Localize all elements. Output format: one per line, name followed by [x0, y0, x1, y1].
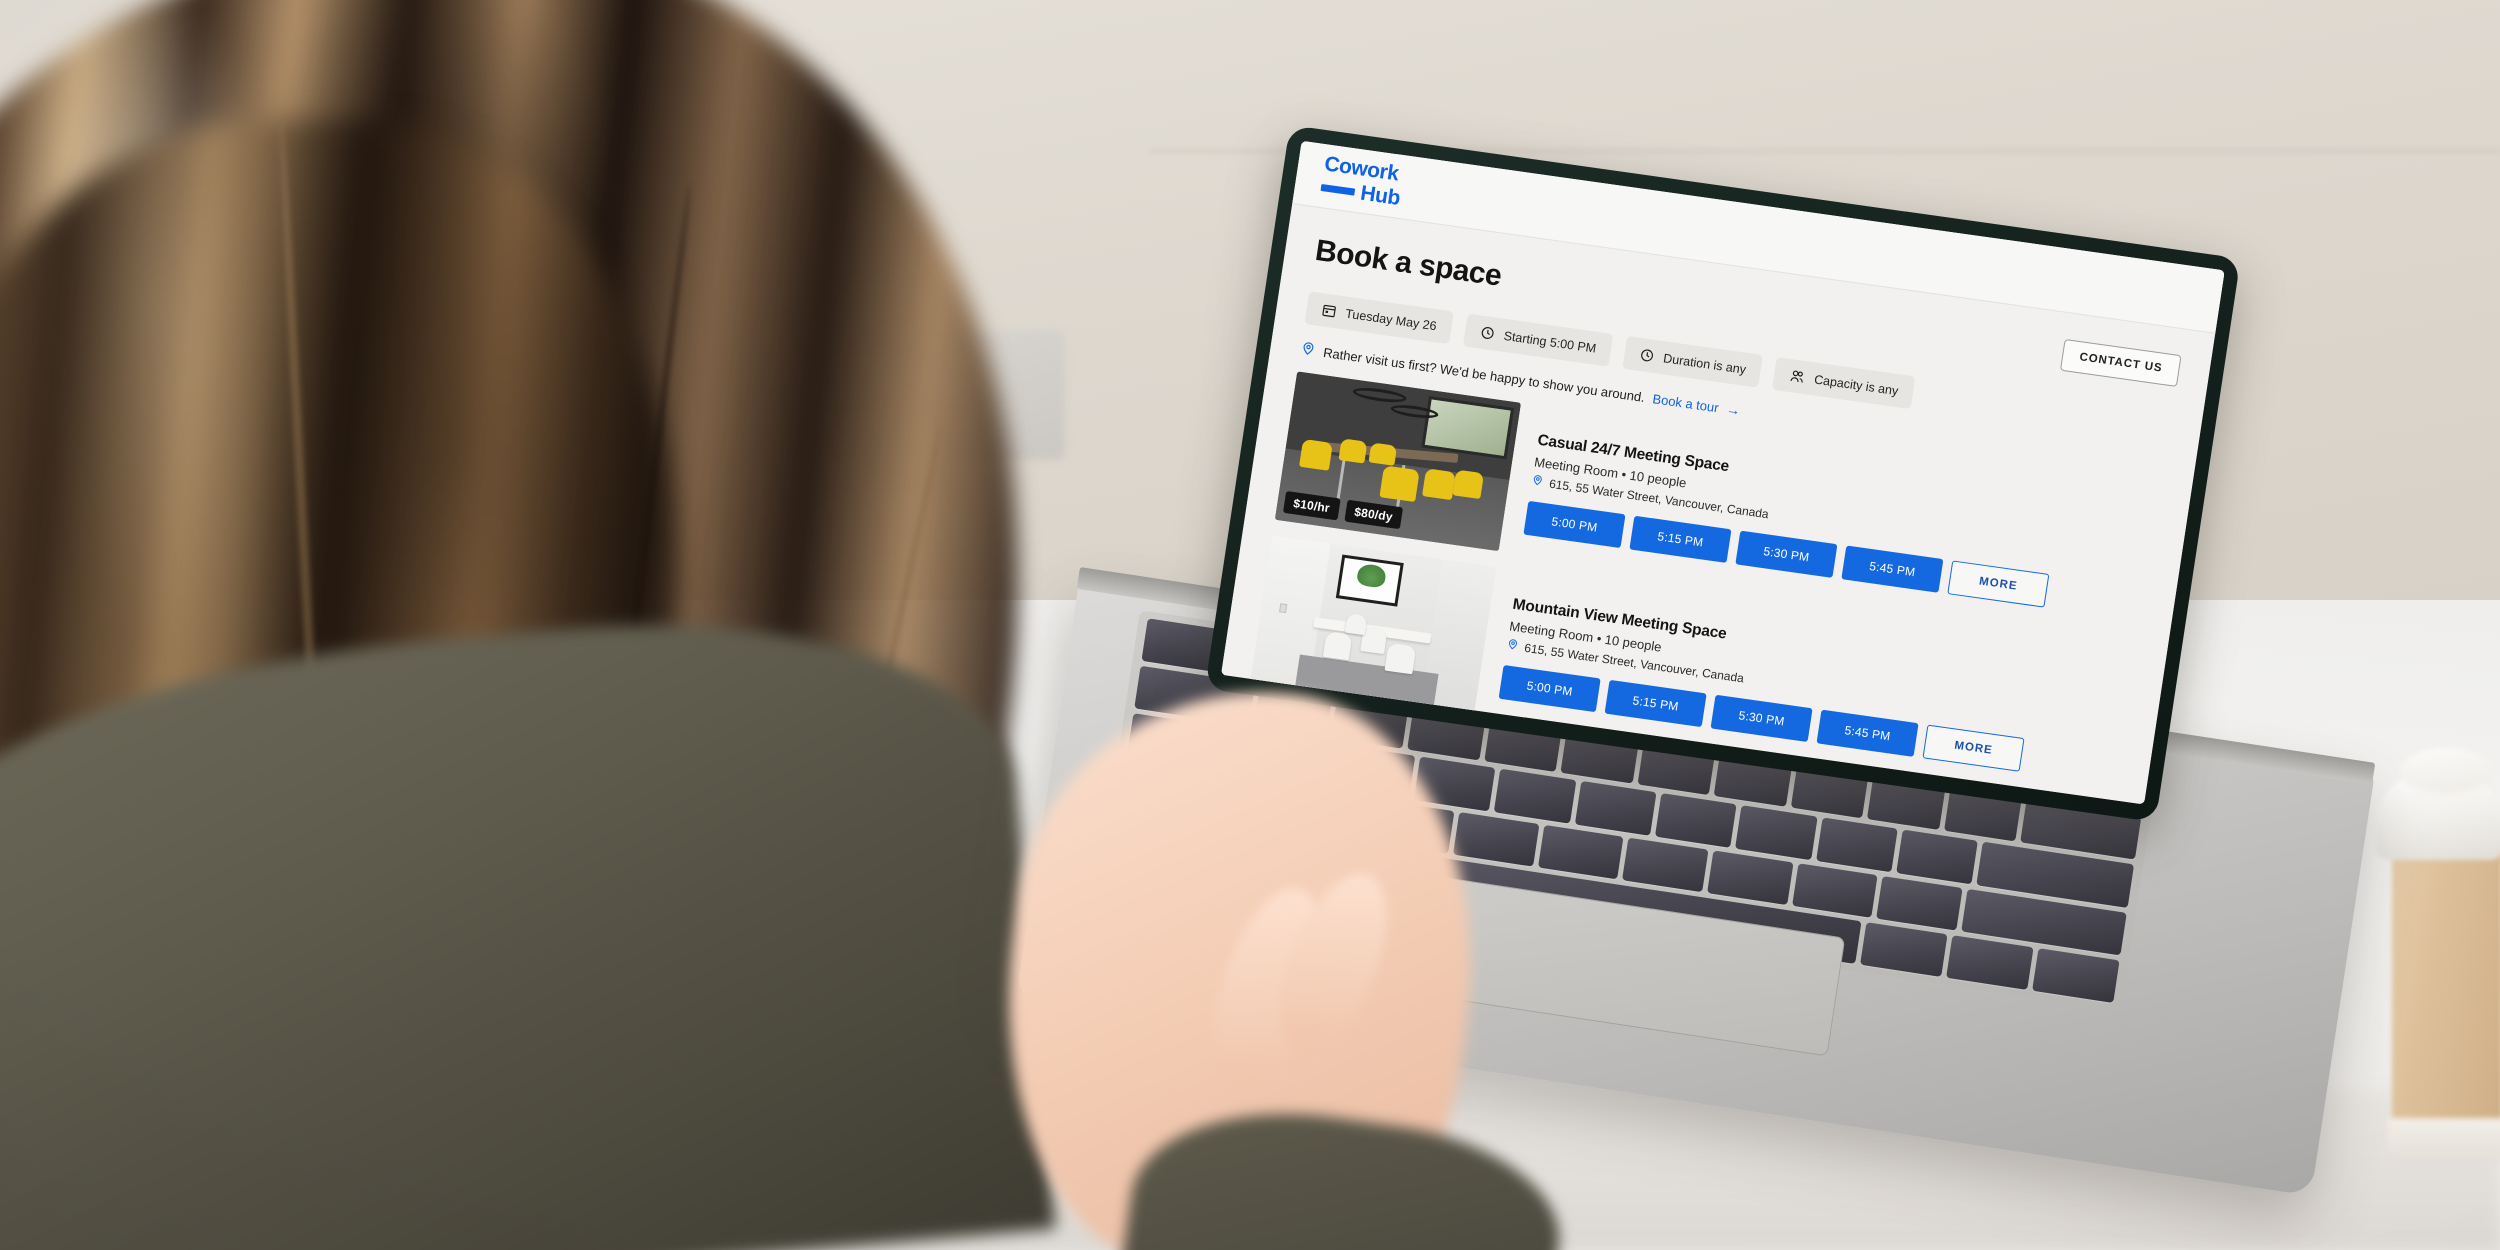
listing-thumbnail[interactable]	[1249, 535, 1497, 716]
time-slot-button[interactable]: 5:45 PM	[1816, 709, 1919, 757]
thumb-floor	[1294, 654, 1439, 710]
time-slot-button[interactable]: 5:30 PM	[1710, 694, 1813, 743]
logo-line-2: Hub	[1358, 181, 1402, 210]
laptop: MacBook Pro Cowork Hub Book a spac	[1015, 105, 2500, 1250]
thumb-chair	[1368, 442, 1398, 466]
thumb-light-switch	[1279, 603, 1288, 614]
key[interactable]	[1791, 862, 1878, 918]
time-slot-button[interactable]: 5:15 PM	[1604, 679, 1707, 728]
more-slots-button[interactable]: MORE	[1947, 560, 2050, 608]
thumb-chair	[1384, 642, 1417, 675]
key[interactable]	[1112, 808, 1200, 864]
key[interactable]	[1493, 769, 1576, 824]
more-slots-button[interactable]: MORE	[1922, 724, 2025, 772]
key[interactable]	[1537, 824, 1625, 880]
key[interactable]	[1876, 875, 1963, 931]
key[interactable]	[1946, 935, 2034, 990]
key[interactable]	[1284, 834, 1372, 890]
thumb-chair	[1344, 612, 1368, 636]
key[interactable]	[1735, 805, 1818, 860]
key[interactable]	[1333, 744, 1416, 799]
map-pin-icon	[1530, 473, 1544, 490]
time-slot-button[interactable]: 5:00 PM	[1498, 664, 1601, 713]
calendar-icon	[1321, 302, 1338, 319]
key[interactable]	[1654, 793, 1737, 848]
person-shoulder	[0, 591, 1056, 1250]
clock-icon	[1479, 325, 1496, 342]
map-pin-icon	[1506, 637, 1520, 654]
arrow-right-icon: →	[1725, 400, 1742, 419]
map-pin-icon	[1299, 340, 1317, 360]
booking-page: Cowork Hub Book a space CONTACT US Tuesd…	[1221, 140, 2225, 805]
key[interactable]	[1284, 786, 1371, 841]
key[interactable]	[1860, 922, 1948, 977]
laptop-screen: Cowork Hub Book a space CONTACT US Tuesd…	[1221, 140, 2225, 805]
thumb-chair	[1299, 438, 1333, 471]
clock-icon	[1639, 347, 1656, 364]
time-slot-button[interactable]: 5:00 PM	[1523, 500, 1626, 549]
key[interactable]	[1622, 837, 1709, 893]
listing-thumbnail[interactable]: $10/hr $80/dy	[1274, 371, 1522, 552]
filter-chip-capacity-label: Capacity is any	[1813, 372, 1900, 398]
key[interactable]	[2032, 948, 2120, 1003]
time-slot-button[interactable]: 5:15 PM	[1629, 515, 1732, 563]
filter-chip-date-label: Tuesday May 26	[1344, 306, 1438, 333]
thumb-chair	[1322, 630, 1353, 661]
thumb-chair	[1422, 468, 1456, 501]
filter-chip-duration-label: Duration is any	[1662, 350, 1748, 377]
key[interactable]	[1198, 821, 1286, 877]
people-icon	[1788, 368, 1806, 385]
key[interactable]	[1413, 756, 1496, 812]
key[interactable]	[1896, 829, 1979, 885]
time-slot-button[interactable]: 5:30 PM	[1735, 530, 1838, 578]
logo-dash-icon	[1320, 183, 1356, 196]
thumb-chair	[1379, 465, 1420, 503]
thumb-chair	[1338, 438, 1368, 464]
key[interactable]	[1815, 817, 1898, 872]
key[interactable]	[1574, 781, 1657, 836]
key[interactable]	[1368, 798, 1455, 854]
key[interactable]	[1453, 811, 1540, 867]
filter-chip-start-time-label: Starting 5:00 PM	[1502, 328, 1598, 356]
key[interactable]	[1252, 732, 1335, 787]
time-slot-button[interactable]: 5:45 PM	[1841, 545, 1944, 593]
key[interactable]	[1707, 850, 1794, 905]
thumb-chair	[1452, 469, 1485, 500]
cowork-hub-logo[interactable]: Cowork Hub	[1319, 152, 1405, 210]
